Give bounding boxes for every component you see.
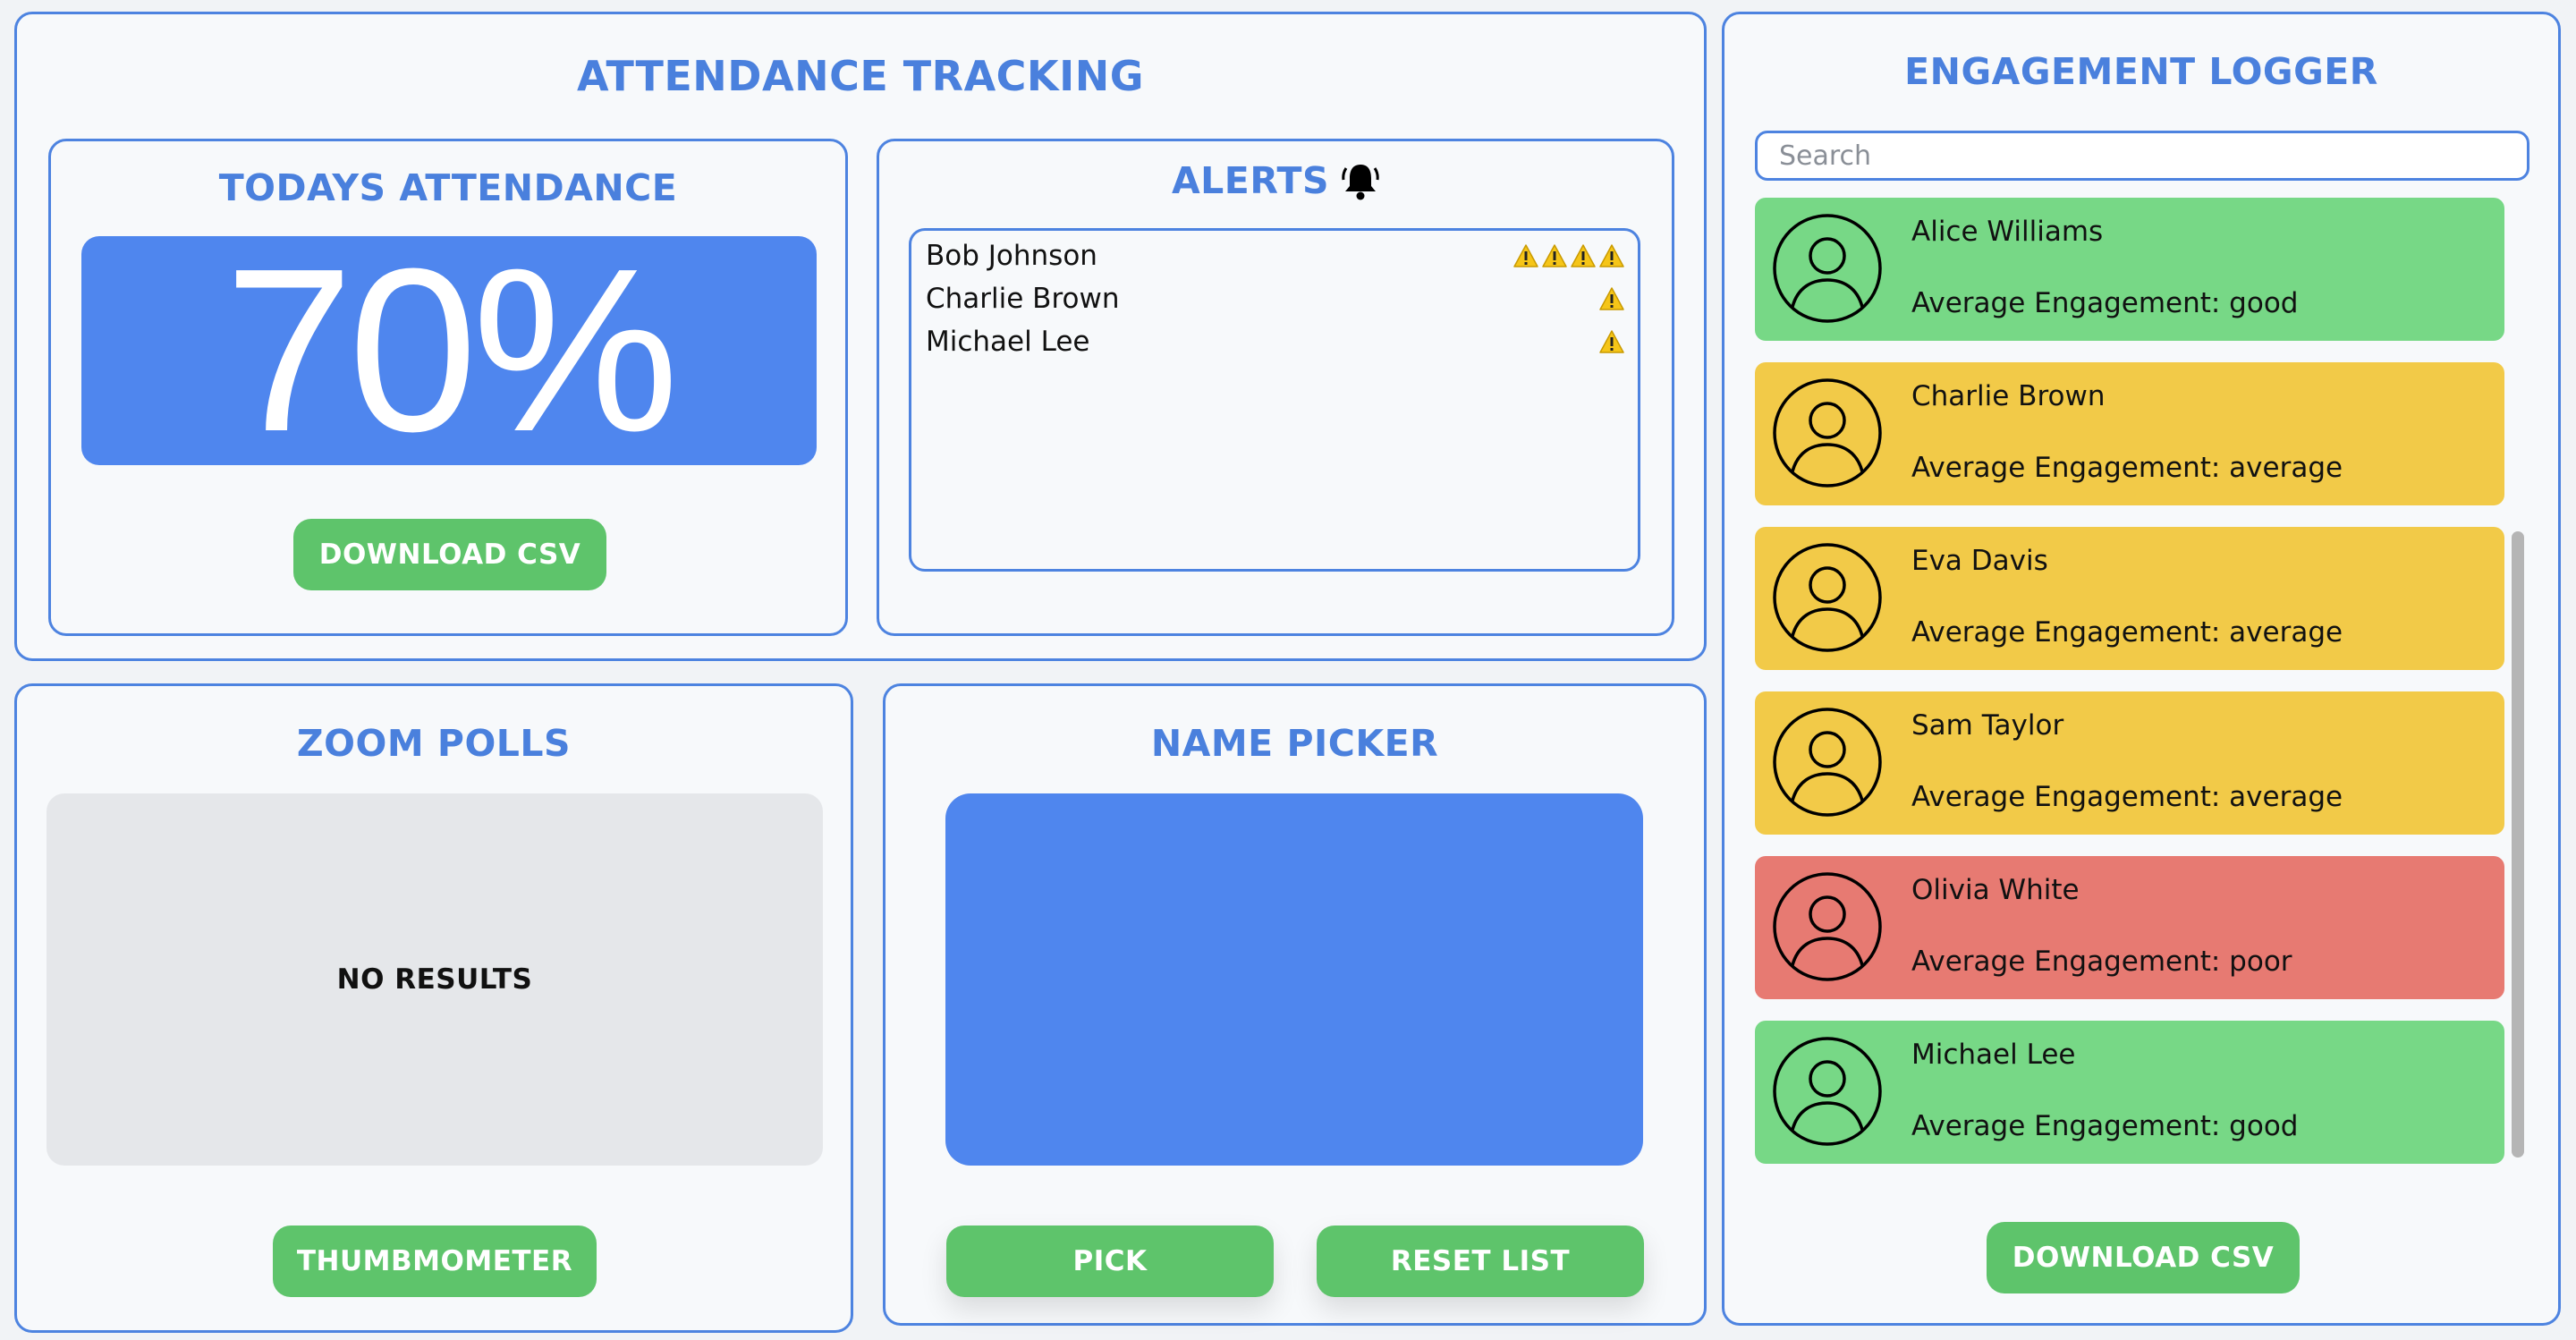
warning-icon [1541, 243, 1568, 268]
bell-icon [1342, 161, 1379, 200]
alert-item: Michael Lee [926, 320, 1625, 363]
student-card[interactable]: Alice Williams Average Engagement: good [1755, 198, 2504, 341]
warning-icon [1598, 286, 1625, 311]
thumbmometer-button[interactable]: THUMBMOMETER [273, 1226, 597, 1297]
student-engagement: Average Engagement: average [1911, 781, 2343, 813]
student-engagement: Average Engagement: poor [1911, 946, 2292, 978]
alert-student-name: Bob Johnson [926, 240, 1097, 272]
student-card[interactable]: Olivia White Average Engagement: poor [1755, 856, 2504, 999]
student-card[interactable]: Charlie Brown Average Engagement: average [1755, 362, 2504, 505]
alert-student-name: Charlie Brown [926, 283, 1120, 315]
attendance-tracking-title: ATTENDANCE TRACKING [577, 52, 1144, 100]
reset-list-button[interactable]: RESET LIST [1317, 1226, 1644, 1297]
avatar-icon [1771, 870, 1884, 983]
avatar-icon [1771, 212, 1884, 325]
warning-icon [1513, 243, 1539, 268]
avatar-icon [1771, 377, 1884, 489]
warning-icons [1513, 243, 1625, 268]
alert-item: Charlie Brown [926, 277, 1625, 320]
alerts-list: Bob Johnson Charlie Brown Michael Lee [909, 228, 1640, 572]
no-results-text: NO RESULTS [336, 963, 533, 996]
warning-icon [1598, 243, 1625, 268]
name-picker-panel: NAME PICKER PICK RESET LIST [883, 683, 1707, 1326]
warning-icon [1570, 243, 1597, 268]
warning-icon [1598, 329, 1625, 354]
zoom-polls-panel: ZOOM POLLS NO RESULTS THUMBMOMETER [14, 683, 853, 1333]
student-name: Charlie Brown [1911, 380, 2106, 412]
engagement-logger-title: ENGAGEMENT LOGGER [1904, 50, 2378, 93]
pick-button[interactable]: PICK [946, 1226, 1274, 1297]
student-card[interactable]: Eva Davis Average Engagement: average [1755, 527, 2504, 670]
student-engagement: Average Engagement: good [1911, 287, 2299, 319]
engagement-logger-panel: ENGAGEMENT LOGGER Alice Williams Average … [1722, 12, 2561, 1326]
student-engagement: Average Engagement: average [1911, 452, 2343, 484]
warning-icons [1598, 286, 1625, 311]
alert-student-name: Michael Lee [926, 326, 1090, 358]
alerts-title: ALERTS [1171, 159, 1330, 202]
student-engagement: Average Engagement: good [1911, 1110, 2299, 1142]
download-attendance-csv-button[interactable]: DOWNLOAD CSV [293, 519, 606, 590]
download-engagement-csv-button[interactable]: DOWNLOAD CSV [1987, 1222, 2300, 1293]
todays-attendance-card: TODAYS ATTENDANCE 70% DOWNLOAD CSV [48, 139, 848, 636]
student-name: Michael Lee [1911, 1039, 2076, 1071]
avatar-icon [1771, 1035, 1884, 1148]
student-name: Olivia White [1911, 874, 2080, 906]
student-name: Alice Williams [1911, 216, 2104, 248]
student-name: Eva Davis [1911, 545, 2048, 577]
student-card[interactable]: Michael Lee Average Engagement: good [1755, 1021, 2504, 1164]
student-list-scrollbar[interactable] [2512, 531, 2524, 1158]
name-picker-title: NAME PICKER [1150, 722, 1439, 765]
attendance-tracking-panel: ATTENDANCE TRACKING TODAYS ATTENDANCE 70… [14, 12, 1707, 661]
name-picker-display [945, 793, 1643, 1166]
zoom-polls-title: ZOOM POLLS [296, 722, 572, 765]
todays-attendance-title: TODAYS ATTENDANCE [218, 166, 678, 209]
search-input[interactable] [1755, 131, 2529, 181]
alert-item: Bob Johnson [926, 234, 1625, 277]
student-engagement: Average Engagement: average [1911, 616, 2343, 649]
avatar-icon [1771, 541, 1884, 654]
poll-results-box: NO RESULTS [47, 793, 823, 1166]
avatar-icon [1771, 706, 1884, 818]
student-card[interactable]: Sam Taylor Average Engagement: average [1755, 691, 2504, 835]
alerts-card: ALERTS Bob Johnson Charlie Brown Michael L… [877, 139, 1674, 636]
attendance-percent: 70% [224, 221, 679, 480]
warning-icons [1598, 329, 1625, 354]
alerts-title-row: ALERTS [879, 159, 1672, 202]
attendance-percent-box: 70% [81, 221, 817, 480]
student-name: Sam Taylor [1911, 709, 2064, 742]
